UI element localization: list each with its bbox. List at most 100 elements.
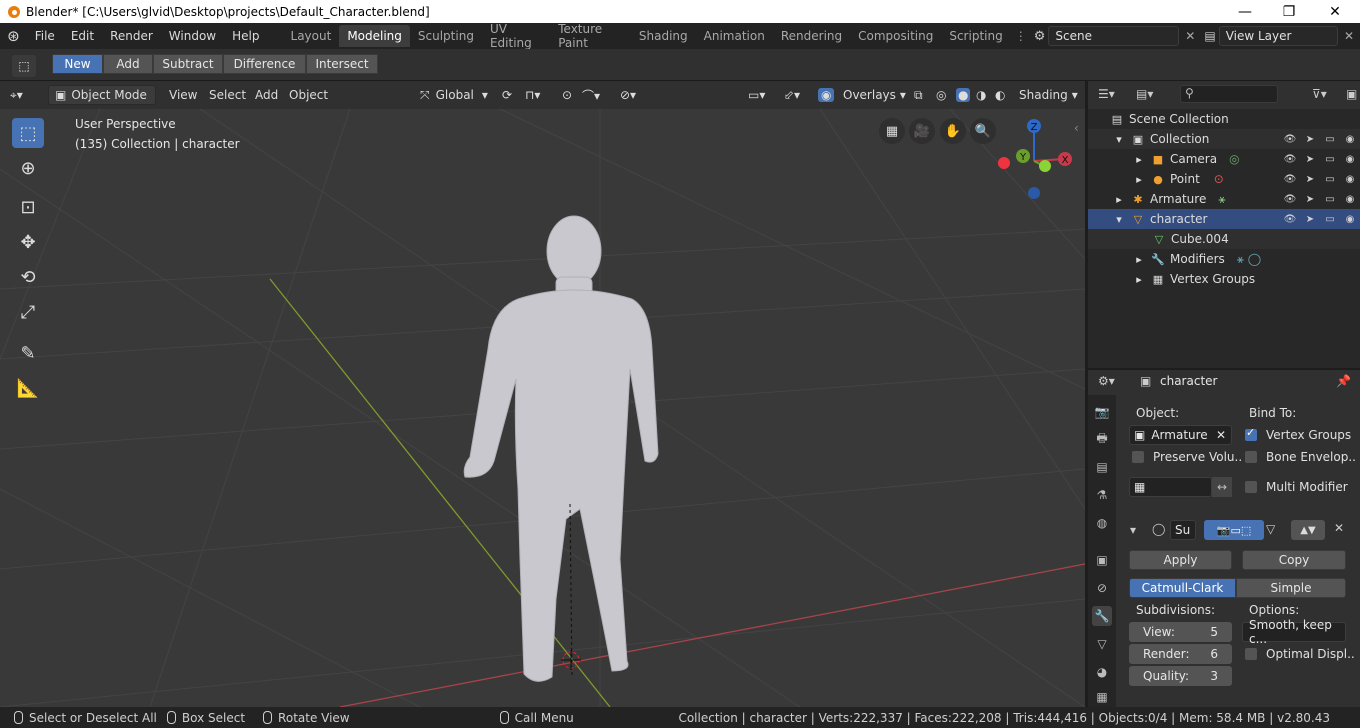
material-tab-icon[interactable]: ◕ [1092, 662, 1112, 682]
menu-edit[interactable]: Edit [63, 29, 102, 43]
visibility-toggles[interactable]: 👁 ➤ ▭ ◉ [1280, 189, 1360, 209]
outliner-row-collection[interactable]: ▾ ▣ Collection 👁 ➤ ▭ ◉ [1088, 129, 1360, 149]
view-object-types-icon[interactable]: ▭▾ [748, 85, 765, 105]
mode-subtract-button[interactable]: Subtract [153, 54, 223, 74]
clear-object-icon[interactable]: ✕ [1216, 428, 1226, 442]
gizmo-toggle-icon[interactable]: ⬃▾ [784, 85, 800, 105]
outliner-row-scene-collection[interactable]: ▤ Scene Collection [1088, 109, 1360, 129]
rotate-tool-icon[interactable]: ⟲ [12, 262, 44, 292]
editor-type-icon[interactable]: ⌖▾ [10, 85, 23, 105]
toggle-camera-view-icon[interactable]: ▦ [879, 118, 905, 144]
render-levels-field[interactable]: Render: 6 [1129, 644, 1232, 664]
transform-tool-icon[interactable]: ⊡ [12, 192, 44, 222]
menu-select[interactable]: Select [209, 85, 246, 105]
outliner-row-camera[interactable]: ▸ ■ Camera ◎ 👁 ➤ ▭ ◉ [1088, 149, 1360, 169]
falloff-icon[interactable]: ⌒▾ [582, 85, 600, 105]
scene-close-icon[interactable]: ✕ [1185, 29, 1195, 43]
render-tab-icon[interactable]: 📷 [1092, 402, 1112, 422]
pan-hand-icon[interactable]: ✋ [940, 118, 966, 144]
menu-window[interactable]: Window [161, 29, 224, 43]
outliner-row-mesh-data[interactable]: ▽ Cube.004 [1088, 229, 1360, 249]
invert-icon[interactable]: ↔ [1212, 477, 1232, 497]
mode-difference-button[interactable]: Difference [223, 54, 306, 74]
annotate-tool-icon[interactable]: ✎ [12, 338, 44, 368]
bone-envelopes-checkbox[interactable] [1245, 451, 1257, 463]
navigation-gizmo[interactable]: Z Y X [995, 115, 1079, 199]
outliner-row-armature[interactable]: ▸ ✱ Armature ⚹ 👁 ➤ ▭ ◉ [1088, 189, 1360, 209]
visibility-toggles[interactable]: 👁 ➤ ▭ ◉ [1280, 129, 1360, 149]
menu-object[interactable]: Object [289, 85, 328, 105]
menu-help[interactable]: Help [224, 29, 267, 43]
measure-tool-icon[interactable]: 📐 [12, 373, 44, 403]
vertex-groups-checkbox[interactable] [1245, 426, 1257, 441]
sidebar-toggle-icon[interactable]: ‹ [1074, 121, 1079, 135]
quality-field[interactable]: Quality: 3 [1129, 666, 1232, 686]
shading-dropdown[interactable]: Shading ▾ [1019, 85, 1078, 105]
constraints-tab-icon[interactable]: ⊘ [1092, 578, 1112, 598]
tab-shading[interactable]: Shading [631, 25, 696, 47]
simple-button[interactable]: Simple [1236, 578, 1346, 598]
scene-icon[interactable]: ⚙ [1034, 29, 1046, 44]
snap-icon[interactable]: ⊓▾ [525, 85, 540, 105]
multi-modifier-checkbox[interactable] [1245, 481, 1257, 493]
remove-modifier-icon[interactable]: ✕ [1334, 521, 1344, 535]
object-tab-icon[interactable]: ▣ [1092, 550, 1112, 570]
move-modifier-icon[interactable]: ▲▼ [1291, 520, 1325, 540]
tab-animation[interactable]: Animation [696, 25, 773, 47]
overlays-dropdown[interactable]: Overlays ▾ [843, 85, 906, 105]
outliner-row-vertex-groups[interactable]: ▸ ▦ Vertex Groups [1088, 269, 1360, 289]
mode-new-button[interactable]: New [52, 54, 103, 74]
rendered-shading-icon[interactable]: ◐ [995, 85, 1005, 105]
outliner-row-point[interactable]: ▸ ● Point ⊙ 👁 ➤ ▭ ◉ [1088, 169, 1360, 189]
scene-tab-icon[interactable]: ⚗ [1092, 485, 1112, 505]
on-cage-icon[interactable]: ▽ [1266, 522, 1275, 536]
tab-sculpting[interactable]: Sculpting [410, 25, 482, 47]
orientation-dropdown[interactable]: ⤧ Global ▾ [420, 85, 488, 105]
apply-button[interactable]: Apply [1129, 550, 1232, 570]
tab-modeling[interactable]: Modeling [339, 25, 410, 47]
outliner-row-character[interactable]: ▾ ▽ character 👁 ➤ ▭ ◉ [1088, 209, 1360, 229]
visibility-toggles[interactable]: 👁 ➤ ▭ ◉ [1280, 209, 1360, 229]
mode-intersect-button[interactable]: Intersect [306, 54, 378, 74]
move-tool-icon[interactable]: ✥ [12, 227, 44, 257]
mode-add-button[interactable]: Add [103, 54, 153, 74]
visibility-toggles[interactable]: 👁 ➤ ▭ ◉ [1280, 149, 1360, 169]
proportional-edit-icon[interactable]: ⊙ [562, 85, 572, 105]
3d-viewport[interactable]: User Perspective (135) Collection | char… [0, 109, 1085, 707]
menu-add[interactable]: Add [255, 85, 278, 105]
expand-arrow-icon[interactable]: ▾ [1112, 133, 1126, 146]
outliner-row-modifiers[interactable]: ▸ 🔧 Modifiers ⚹ ◯ [1088, 249, 1360, 269]
camera-view-icon[interactable]: 🎥 [909, 118, 935, 144]
tab-layout[interactable]: Layout [283, 25, 340, 47]
select-box-icon[interactable]: ⬚ [12, 55, 36, 77]
texture-tab-icon[interactable]: ▦ [1092, 690, 1112, 704]
pivot-icon[interactable]: ⟳ [502, 85, 512, 105]
material-shading-icon[interactable]: ◑ [976, 85, 986, 105]
modifier-name-field[interactable]: Su [1170, 520, 1196, 540]
tab-scripting[interactable]: Scripting [941, 25, 1010, 47]
world-tab-icon[interactable]: ◍ [1092, 513, 1112, 533]
catmull-clark-button[interactable]: Catmull-Clark [1129, 578, 1236, 598]
tab-rendering[interactable]: Rendering [773, 25, 850, 47]
close-window-button[interactable]: ✕ [1312, 0, 1358, 23]
select-box-tool-icon[interactable]: ⬚ [12, 118, 44, 148]
maximize-button[interactable]: ❐ [1266, 0, 1312, 23]
modifier-display-toggles[interactable]: 📷▭⬚ [1204, 520, 1264, 540]
collapse-modifier-icon[interactable]: ▾ [1130, 523, 1136, 537]
view-layer-icon[interactable]: ▤ [1204, 29, 1215, 43]
properties-editor-icon[interactable]: ⚙▾ [1098, 374, 1115, 388]
modifiers-tab-icon[interactable]: 🔧 [1092, 606, 1112, 626]
vertex-group-field[interactable]: ▦ [1129, 477, 1212, 497]
data-tab-icon[interactable]: ▽ [1092, 634, 1112, 654]
display-mode-icon[interactable]: ▤▾ [1136, 87, 1153, 101]
menu-file[interactable]: File [27, 29, 63, 43]
overlays-icon[interactable]: ◉ [818, 85, 835, 105]
solid-shading-icon[interactable]: ● [956, 85, 971, 105]
view-layer-selector[interactable]: View Layer [1218, 26, 1338, 46]
visibility-toggles[interactable]: 👁 ➤ ▭ ◉ [1280, 169, 1360, 189]
view-levels-field[interactable]: View: 5 [1129, 622, 1232, 642]
scale-tool-icon[interactable]: ⤢ [12, 297, 44, 327]
character-mesh[interactable] [0, 109, 1085, 707]
zoom-icon[interactable]: 🔍 [970, 118, 996, 144]
cursor-tool-icon[interactable]: ⊕ [12, 153, 44, 183]
